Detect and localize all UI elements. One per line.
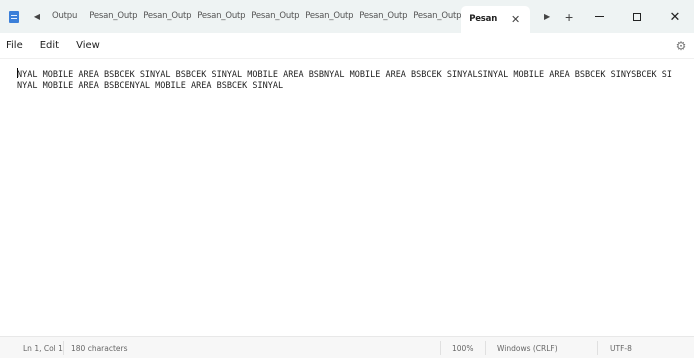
status-encoding[interactable]: UTF-8 <box>610 344 632 353</box>
status-zoom[interactable]: 100% <box>452 344 473 353</box>
tab-active-label: Pesan <box>469 14 498 24</box>
tab-item[interactable]: Pesan_Outpu <box>137 0 191 33</box>
tab-item[interactable]: Outpu <box>46 0 83 33</box>
tab-strip: Outpu Pesan_Outpu Pesan_Outpu Pesan_Outp… <box>46 0 531 33</box>
status-cursor-position: Ln 1, Col 1 <box>23 344 63 353</box>
editor-text: NYAL MOBILE AREA BSBCEK SINYAL BSBCEK SI… <box>17 70 673 91</box>
maximize-button[interactable] <box>618 0 656 33</box>
new-tab-button[interactable]: + <box>558 9 580 25</box>
notepad-app-icon <box>4 0 24 33</box>
maximize-icon <box>633 12 641 21</box>
menu-edit[interactable]: Edit <box>31 40 67 51</box>
status-line-ending[interactable]: Windows (CRLF) <box>497 344 558 353</box>
settings-gear-icon[interactable]: ⚙ <box>674 39 688 53</box>
tab-scroll-left-icon[interactable]: ◀ <box>28 0 46 33</box>
status-bar: Ln 1, Col 1 180 characters 100% Windows … <box>0 336 694 358</box>
status-divider <box>597 341 598 355</box>
text-editor[interactable]: NYAL MOBILE AREA BSBCEK SINYAL BSBCEK SI… <box>0 60 694 332</box>
tab-item[interactable]: Pesan_Outpu <box>353 0 407 33</box>
tab-close-icon[interactable]: ✕ <box>511 6 520 33</box>
title-bar: ◀ Outpu Pesan_Outpu Pesan_Outpu Pesan_Ou… <box>0 0 694 33</box>
status-divider <box>63 341 64 355</box>
menu-view[interactable]: View <box>67 40 108 51</box>
editor-content[interactable]: NYAL MOBILE AREA BSBCEK SINYAL BSBCEK SI… <box>17 68 677 92</box>
tab-item[interactable]: Pesan_Outpu <box>299 0 353 33</box>
status-divider <box>485 341 486 355</box>
tab-item[interactable]: Pesan_Outpu <box>407 0 461 33</box>
tab-item[interactable]: Pesan_Outpu <box>245 0 299 33</box>
status-divider <box>440 341 441 355</box>
minimize-icon <box>594 16 604 17</box>
close-icon: ✕ <box>669 8 681 24</box>
tab-active[interactable]: Pesan ✕ <box>461 6 531 33</box>
close-button[interactable]: ✕ <box>656 0 694 33</box>
menu-file[interactable]: File <box>0 40 31 51</box>
tab-scroll-right-icon[interactable]: ▶ <box>536 12 558 21</box>
window-controls: ✕ <box>580 0 694 33</box>
minimize-button[interactable] <box>580 0 618 33</box>
menu-bar: File Edit View ⚙ <box>0 33 694 59</box>
status-character-count: 180 characters <box>71 344 128 353</box>
tab-item[interactable]: Pesan_Outpu <box>191 0 245 33</box>
tab-item[interactable]: Pesan_Outpu <box>83 0 137 33</box>
